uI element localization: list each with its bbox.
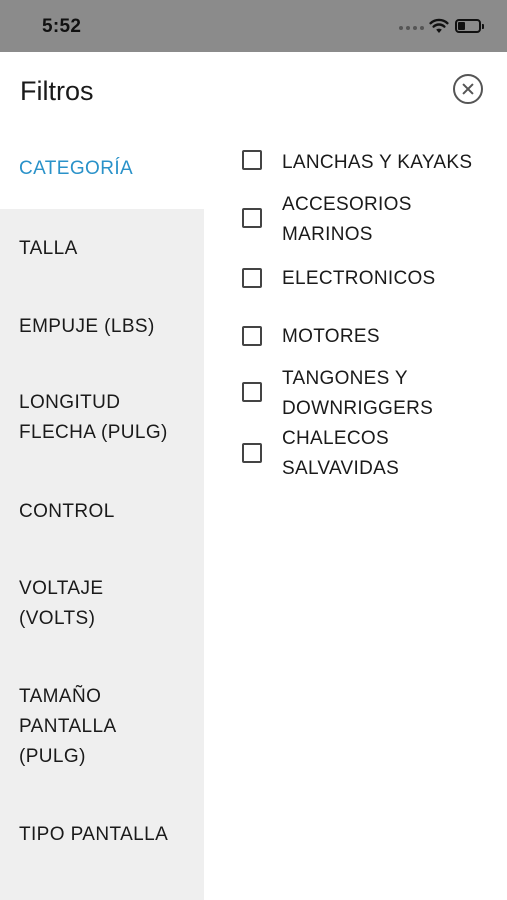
sidebar-item[interactable]: VOLTAJE (VOLTS) [0, 557, 204, 657]
status-icons [399, 17, 489, 37]
sidebar-item[interactable]: CONTROL [0, 465, 204, 557]
status-time: 5:52 [42, 16, 82, 37]
checkbox[interactable] [242, 443, 262, 463]
checkbox[interactable] [242, 382, 262, 402]
checkbox[interactable] [242, 208, 262, 228]
filter-option-label: CHALECOS SALVAVIDAS [282, 428, 400, 479]
filter-option[interactable]: TANGONES Y DOWNRIGGERS [240, 364, 507, 424]
filter-option-label: LANCHAS Y KAYAKS [282, 152, 473, 173]
sidebar-item[interactable]: LONGITUD FLECHA (PULG) [0, 365, 204, 465]
cellular-dots-icon [399, 26, 425, 30]
sidebar-item[interactable]: EMPUJE (LBS) [0, 287, 204, 365]
checkbox[interactable] [242, 268, 262, 288]
close-icon[interactable] [453, 74, 483, 104]
status-bar: 5:52 [0, 0, 507, 52]
filter-option-label: MOTORES [282, 326, 380, 347]
filter-option[interactable]: CHALECOS SALVAVIDAS [240, 424, 507, 484]
filter-option-label: ACCESORIOS MARINOS [282, 194, 412, 245]
checkbox[interactable] [242, 150, 262, 170]
wifi-icon [429, 18, 449, 33]
filters-header: Filtros [0, 52, 507, 132]
sidebar-item[interactable]: TALLA [0, 209, 204, 287]
filter-category-sidebar: CATEGORÍA TALLA EMPUJE (LBS) LONGITUD FLECH… [0, 132, 204, 900]
sidebar-item[interactable]: CATEGORÍA [0, 132, 204, 209]
battery-level [458, 22, 465, 30]
checkbox[interactable] [242, 326, 262, 346]
filter-option-label: ELECTRONICOS [282, 268, 436, 289]
sidebar-item[interactable]: TIPO PANTALLA [0, 785, 204, 885]
filter-option[interactable]: ACCESORIOS MARINOS [240, 190, 507, 250]
filter-options-list: LANCHAS Y KAYAKS ACCESORIOS MARINOS ELECTR… [204, 132, 507, 900]
filter-option[interactable]: ELECTRONICOS [240, 264, 507, 324]
filter-option-label: TANGONES Y DOWNRIGGERS [282, 368, 434, 419]
page-title: Filtros [20, 76, 94, 106]
battery-icon [455, 19, 484, 33]
sidebar-item[interactable]: TAMAÑO PANTALLA (PULG) [0, 657, 204, 785]
